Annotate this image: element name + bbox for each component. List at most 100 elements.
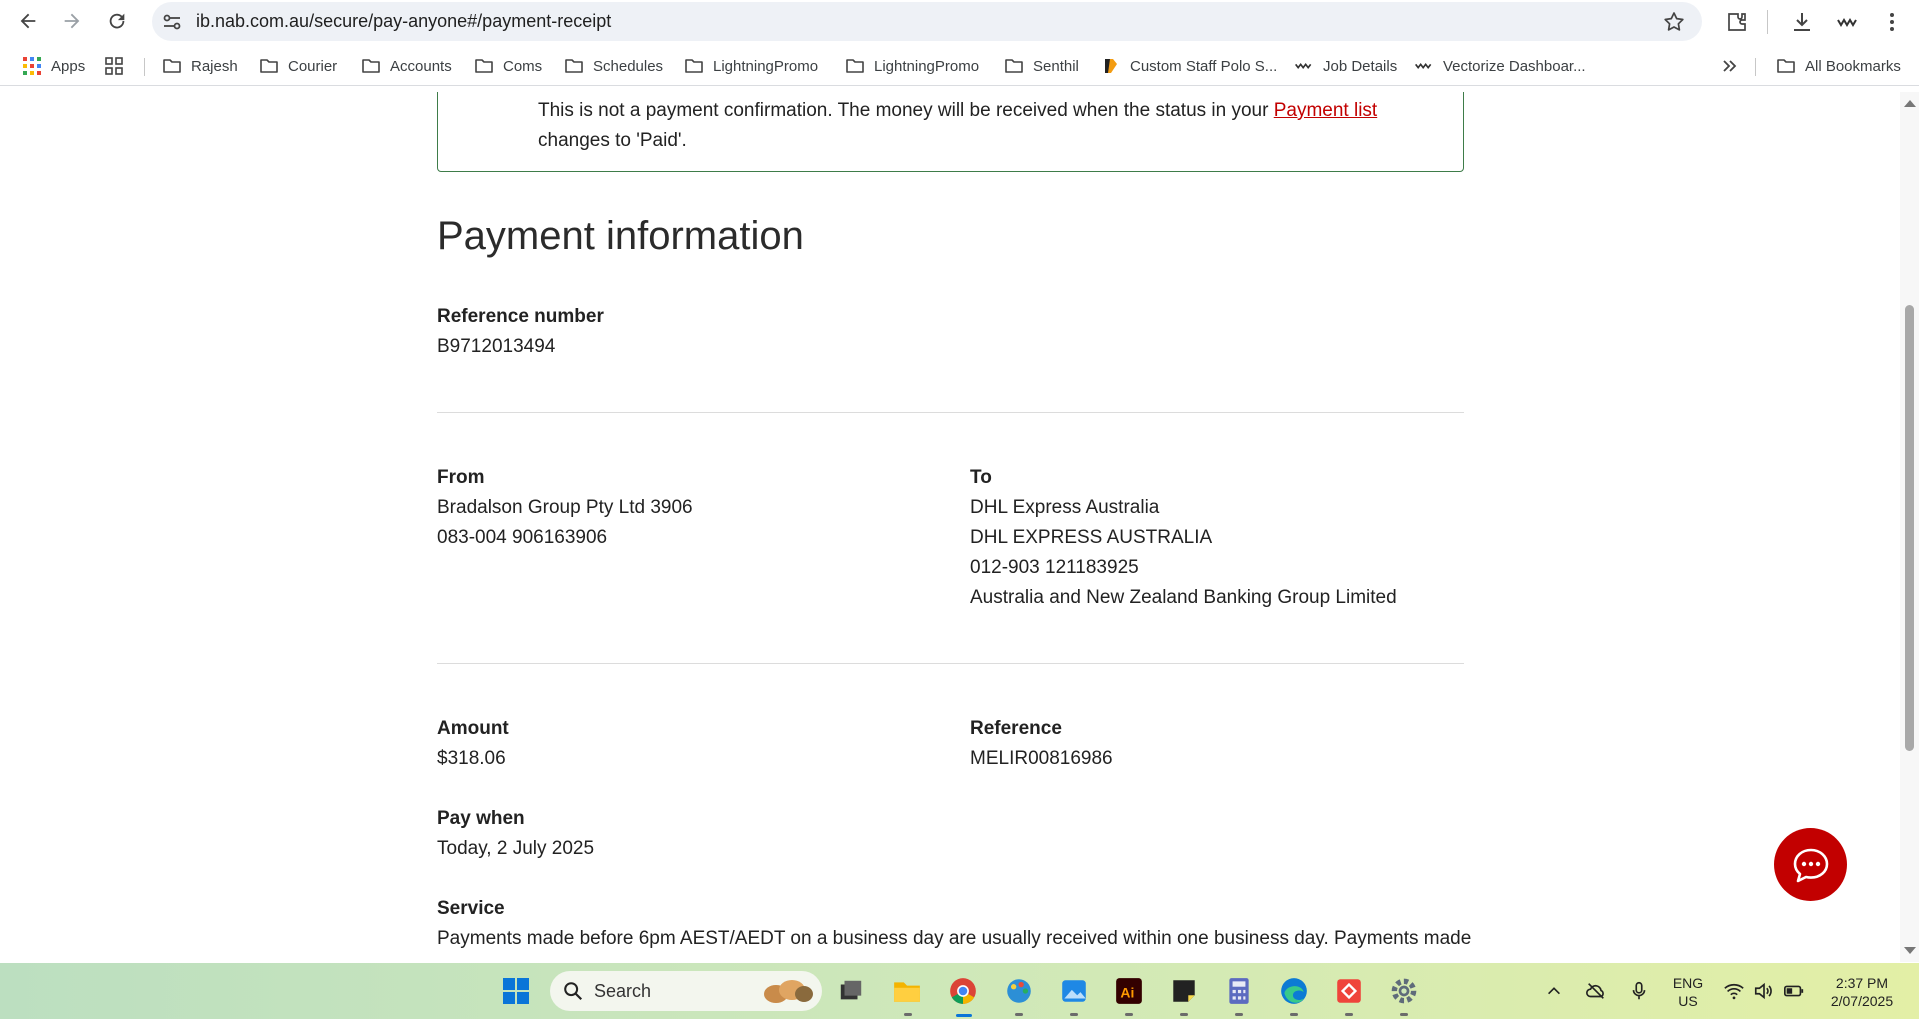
bookmark-custom-staff-polo[interactable]: Custom Staff Polo S... xyxy=(1101,54,1277,78)
folder-icon xyxy=(260,59,278,73)
file-explorer-button[interactable] xyxy=(889,973,925,1009)
network-button[interactable] xyxy=(1720,973,1748,1009)
folder-icon xyxy=(565,59,583,73)
keyboard-layout: US xyxy=(1678,993,1698,1009)
folder-icon xyxy=(362,59,380,73)
start-button[interactable] xyxy=(498,973,534,1009)
bookmark-vectorize-dashboard[interactable]: Vectorize Dashboar... xyxy=(1414,54,1586,78)
reference-label: Reference xyxy=(970,718,1062,739)
chrome-taskbar-button[interactable] xyxy=(945,973,981,1009)
bookmark-label: Apps xyxy=(51,57,86,75)
bookmark-star-icon[interactable] xyxy=(1662,10,1686,34)
paint-app-button[interactable] xyxy=(1001,973,1037,1009)
taskbar-search[interactable]: Search xyxy=(550,971,822,1011)
to-name-upper: DHL EXPRESS AUSTRALIA xyxy=(970,527,1213,548)
onedrive-button[interactable] xyxy=(1582,973,1610,1009)
downloads-button[interactable] xyxy=(1788,8,1816,36)
show-hidden-icons-button[interactable] xyxy=(1542,973,1566,1009)
bookmark-label: Courier xyxy=(288,57,338,75)
more-bookmarks-button[interactable] xyxy=(1720,54,1749,78)
notice-text-after: changes to 'Paid'. xyxy=(538,130,687,151)
chat-bubble-icon xyxy=(1793,848,1828,882)
extensions-button[interactable] xyxy=(1723,8,1751,36)
calculator-icon xyxy=(1229,978,1249,1004)
forward-button[interactable] xyxy=(57,6,87,36)
bookmark-label: Vectorize Dashboar... xyxy=(1443,57,1586,75)
from-label: From xyxy=(437,467,485,488)
bookmark-label: Accounts xyxy=(390,57,452,75)
back-button[interactable] xyxy=(13,6,43,36)
bookmark-folder-senthil[interactable]: Senthil xyxy=(1004,54,1079,78)
bookmark-folder-schedules[interactable]: Schedules xyxy=(564,54,663,78)
notice-text: This is not a payment confirmation. The … xyxy=(538,96,1418,156)
puzzle-icon xyxy=(1728,13,1746,31)
anydesk-button[interactable] xyxy=(1331,973,1367,1009)
amount-value: $318.06 xyxy=(437,748,506,769)
running-indicator xyxy=(1400,1013,1408,1016)
settings-button[interactable] xyxy=(1386,973,1422,1009)
bookmark-label: LightningPromo xyxy=(874,57,980,75)
chat-button[interactable] xyxy=(1774,828,1847,901)
notice-text-before: This is not a payment confirmation. The … xyxy=(538,100,1274,121)
bookmark-folder-accounts[interactable]: Accounts xyxy=(361,54,452,78)
bookmark-folder-rajesh[interactable]: Rajesh xyxy=(162,54,238,78)
task-view-button[interactable] xyxy=(833,973,869,1009)
bookmark-job-details[interactable]: Job Details xyxy=(1294,54,1397,78)
clock-time: 2:37 PM xyxy=(1835,975,1889,991)
scroll-up-arrow-icon[interactable] xyxy=(1904,100,1916,107)
url-text[interactable]: ib.nab.com.au/secure/pay-anyone#/payment… xyxy=(196,11,611,32)
search-highlight-icon xyxy=(764,980,813,1003)
profile-button[interactable] xyxy=(1834,8,1862,36)
scroll-down-arrow-icon[interactable] xyxy=(1904,947,1916,954)
folder-icon xyxy=(894,982,920,1002)
edge-icon xyxy=(1281,978,1307,1004)
windows-logo-icon xyxy=(503,978,529,1004)
volume-button[interactable] xyxy=(1750,973,1778,1009)
reload-button[interactable] xyxy=(102,6,132,36)
bookmark-folder-coms[interactable]: Coms xyxy=(474,54,542,78)
site-info-icon[interactable] xyxy=(160,10,184,34)
all-bookmarks-folder[interactable]: All Bookmarks xyxy=(1776,54,1901,78)
bookmark-folder-lightningpromo-2[interactable]: LightningPromo xyxy=(845,54,979,78)
battery-button[interactable] xyxy=(1780,973,1808,1009)
cloud-offline-icon xyxy=(1586,983,1604,999)
running-indicator xyxy=(1235,1013,1243,1016)
tab-groups-button[interactable] xyxy=(104,54,133,78)
bookmark-label: Coms xyxy=(503,57,543,75)
bookmark-label: Senthil xyxy=(1033,57,1079,75)
folder-icon xyxy=(685,59,703,73)
photos-app-button[interactable] xyxy=(1056,973,1092,1009)
bookmark-folder-lightningpromo[interactable]: LightningPromo xyxy=(684,54,818,78)
clock[interactable]: 2:37 PM 2/07/2025 xyxy=(1826,974,1898,1010)
calculator-button[interactable] xyxy=(1221,973,1257,1009)
to-account: 012-903 121183925 xyxy=(970,557,1139,578)
svg-text:Ai: Ai xyxy=(1120,984,1134,1000)
search-label: Search xyxy=(594,980,652,1001)
running-indicator xyxy=(1015,1013,1023,1016)
illustrator-button[interactable]: Ai xyxy=(1111,973,1147,1009)
bookmark-apps[interactable]: Apps xyxy=(22,54,85,78)
from-name: Bradalson Group Pty Ltd 3906 xyxy=(437,497,693,518)
chrome-menu-button[interactable] xyxy=(1878,8,1906,36)
pay-when-label: Pay when xyxy=(437,808,525,829)
gear-icon xyxy=(1391,978,1417,1004)
edge-button[interactable] xyxy=(1276,973,1312,1009)
language-indicator[interactable]: ENG US xyxy=(1668,974,1708,1010)
sticky-notes-button[interactable] xyxy=(1166,973,1202,1009)
reference-number-value: B9712013494 xyxy=(437,336,556,357)
folder-icon xyxy=(846,59,864,73)
site-favicon-icon xyxy=(1105,59,1117,73)
double-chevron-icon xyxy=(1723,60,1737,72)
address-bar[interactable]: ib.nab.com.au/secure/pay-anyone#/payment… xyxy=(152,2,1702,41)
scroll-thumb[interactable] xyxy=(1905,305,1914,751)
bookmark-label: Custom Staff Polo S... xyxy=(1130,57,1278,75)
chevron-up-icon xyxy=(1548,987,1560,995)
chrome-icon xyxy=(950,978,976,1004)
amount-label: Amount xyxy=(437,718,509,739)
bookmark-folder-courier[interactable]: Courier xyxy=(259,54,337,78)
page-title: Payment information xyxy=(437,214,804,258)
microphone-button[interactable] xyxy=(1625,973,1653,1009)
microphone-icon xyxy=(1632,981,1646,1000)
payment-list-link[interactable]: Payment list xyxy=(1274,100,1377,121)
page-scrollbar[interactable] xyxy=(1900,92,1919,962)
